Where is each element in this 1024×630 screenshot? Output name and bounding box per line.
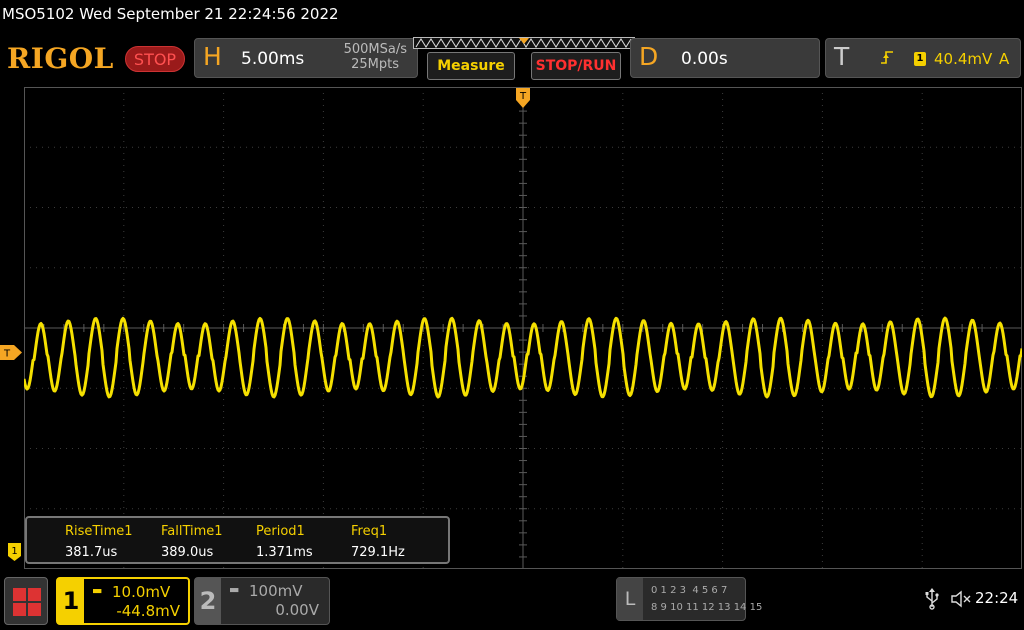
measure-button[interactable]: Measure xyxy=(427,52,515,80)
datetime: Wed September 21 22:24:56 2022 xyxy=(79,5,339,23)
measurement-item: Period1 1.371ms xyxy=(256,524,313,560)
channel-2-number: 2 xyxy=(195,578,221,624)
logic-channels-row-1: 0 1 2 3 4 5 6 7 xyxy=(651,585,728,596)
measurement-name: Freq1 xyxy=(351,524,388,539)
trigger-level: 40.4mV xyxy=(934,50,993,68)
menu-grid-icon xyxy=(13,603,26,616)
speaker-muted-icon[interactable] xyxy=(950,589,972,609)
run-state-badge[interactable]: STOP xyxy=(125,46,185,72)
measurement-item: RiseTime1 381.7us xyxy=(65,524,133,560)
sample-rate: 500MSa/s xyxy=(343,42,407,57)
memory-depth: 25Mpts xyxy=(351,57,399,72)
channel-2-button[interactable]: 2 ▬ 100mV 0.00V xyxy=(194,577,330,625)
delay-value: 0.00s xyxy=(681,49,728,69)
measurement-panel[interactable]: RiseTime1 381.7us FallTime1 389.0us Peri… xyxy=(25,516,450,564)
menu-grid-icon xyxy=(28,603,41,616)
trigger-mode: A xyxy=(999,50,1010,68)
dc-coupling-icon: ▬ xyxy=(229,583,240,596)
svg-text:T: T xyxy=(519,91,527,102)
menu-grid-icon xyxy=(28,588,41,601)
trigger-label: T xyxy=(834,42,850,71)
delay-settings[interactable]: D 0.00s xyxy=(630,38,820,78)
measurement-value: 1.371ms xyxy=(256,545,313,560)
logic-label: L xyxy=(617,578,643,620)
rigol-logo: RIGOL xyxy=(7,42,114,75)
status-line: MSO5102 Wed September 21 22:24:56 2022 xyxy=(2,5,339,23)
memory-navigation-bar[interactable] xyxy=(413,37,635,49)
trigger-position-marker[interactable]: T xyxy=(516,88,530,108)
svg-text:T: T xyxy=(3,349,11,360)
measurement-value: 729.1Hz xyxy=(351,545,405,560)
measurement-name: RiseTime1 xyxy=(65,524,133,539)
channel-1-offset-marker[interactable]: 1 xyxy=(8,543,21,561)
channel-1-scale: 10.0mV xyxy=(112,583,171,601)
delay-label: D xyxy=(639,42,659,71)
channel-1-button[interactable]: 1 ▬ 10.0mV -44.8mV xyxy=(56,577,190,625)
system-clock: 22:24 xyxy=(975,589,1019,607)
trigger-level-marker[interactable]: T xyxy=(0,345,22,360)
channel-1-offset: -44.8mV xyxy=(116,602,180,620)
logic-channels-row-2: 8 9 10 11 12 13 14 15 xyxy=(651,602,763,613)
svg-text:1: 1 xyxy=(11,546,17,557)
measurement-item: Freq1 729.1Hz xyxy=(351,524,405,560)
measurement-item: FallTime1 389.0us xyxy=(161,524,223,560)
channel-1-number: 1 xyxy=(58,579,84,623)
waveform-grid[interactable] xyxy=(24,87,1022,569)
channel-2-scale: 100mV xyxy=(249,582,303,600)
measurement-value: 389.0us xyxy=(161,545,214,560)
dc-coupling-icon: ▬ xyxy=(92,584,103,597)
logic-analyzer-button[interactable]: L 0 1 2 3 4 5 6 7 8 9 10 11 12 13 14 15 xyxy=(616,577,762,621)
trigger-source-badge: 1 xyxy=(914,52,926,66)
channel-2-offset: 0.00V xyxy=(275,601,319,619)
measurement-name: FallTime1 xyxy=(161,524,223,539)
model-name: MSO5102 xyxy=(2,5,75,23)
trigger-settings[interactable]: T 1 40.4mV A xyxy=(825,38,1021,78)
rising-edge-icon xyxy=(880,49,894,69)
stop-run-button[interactable]: STOP/RUN xyxy=(531,52,621,80)
timebase-value: 5.00ms xyxy=(241,49,305,69)
measurement-name: Period1 xyxy=(256,524,305,539)
horizontal-settings[interactable]: H 5.00ms 500MSa/s 25Mpts xyxy=(194,38,418,78)
measurement-value: 381.7us xyxy=(65,545,118,560)
main-menu-button[interactable] xyxy=(4,577,48,625)
usb-icon xyxy=(925,588,939,610)
horizontal-label: H xyxy=(203,42,222,71)
menu-grid-icon xyxy=(13,588,26,601)
